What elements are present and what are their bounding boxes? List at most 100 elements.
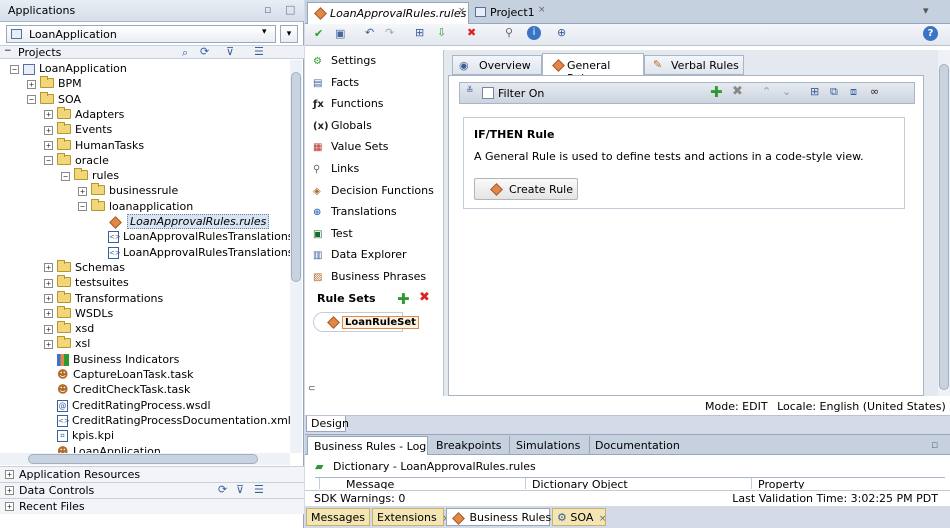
tab-list-icon[interactable]: ▾ (923, 4, 929, 17)
tab-business-rules[interactable]: Business Rules × (446, 508, 564, 526)
tree-item[interactable]: ☻ CreditCheckTask.task (44, 382, 190, 397)
redo-icon[interactable]: ↷ (385, 26, 394, 39)
options-icon[interactable]: ☰ (254, 45, 264, 58)
expand-icon[interactable]: + (78, 186, 87, 196)
delete-icon[interactable]: ✖ (732, 84, 743, 99)
section-application-resources[interactable]: + Application Resources (0, 466, 304, 482)
tab-project1[interactable]: Project1 × (472, 3, 552, 23)
tab-soa[interactable]: ⚙ SOA × (552, 508, 606, 526)
nav-item-links[interactable]: ⚲ Links (313, 159, 359, 179)
tree-item[interactable]: + WSDLs (44, 305, 113, 321)
nav-item-translations[interactable]: ⊕ Translations (313, 202, 397, 222)
close-icon[interactable]: × (458, 6, 466, 16)
tree-item[interactable]: − oracle (44, 152, 109, 168)
minimize-icon[interactable]: ▫ (931, 438, 938, 451)
nav-item-facts[interactable]: ▤ Facts (313, 73, 359, 93)
move-down-icon[interactable]: ⌄ (782, 85, 791, 98)
tree-item[interactable]: ☻ LoanApplication (44, 444, 161, 454)
column-header[interactable]: Property (751, 478, 941, 489)
deploy-icon[interactable]: ⊕ (557, 26, 566, 39)
tree-item[interactable]: + HumanTasks (44, 137, 144, 153)
tree-item[interactable]: − loanapplication (78, 198, 193, 214)
options-icon[interactable]: ☰ (254, 483, 264, 496)
tree-icon[interactable]: ⊞ (415, 26, 424, 39)
expand-icon[interactable]: + (44, 324, 53, 334)
tree-item[interactable]: LoanApprovalRules.rules (95, 214, 270, 229)
tree-item[interactable]: + Transformations (44, 290, 163, 306)
collapse-all-icon[interactable]: ⧈ (850, 85, 857, 99)
tree-scrollbar-thumb[interactable] (291, 72, 301, 282)
delete-icon[interactable]: ✖ (467, 26, 476, 39)
minimize-icon[interactable]: ▫ (264, 3, 271, 16)
column-header[interactable]: Dictionary Object (525, 478, 751, 489)
expand-icon[interactable]: + (44, 110, 53, 120)
nav-item-decision-functions[interactable]: ◈ Decision Functions (313, 181, 434, 201)
tab-business-rules-log[interactable]: Business Rules - Log (307, 436, 428, 455)
tree-item[interactable]: + xsd (44, 321, 94, 336)
collapse-icon[interactable]: − (78, 202, 87, 212)
filter-checkbox[interactable] (482, 87, 494, 99)
tree-scrollbar-vertical[interactable] (290, 60, 302, 453)
nav-item-functions[interactable]: ƒx Functions (313, 94, 384, 114)
tree-item[interactable]: + Events (44, 122, 112, 137)
tab-design[interactable]: Design (306, 416, 349, 432)
search-icon[interactable]: ⌕ (182, 46, 188, 60)
expand-icon[interactable]: + (44, 278, 53, 288)
nav-item-value-sets[interactable]: ▦ Value Sets (313, 137, 389, 157)
tree-item[interactable]: ☻ CaptureLoanTask.task (44, 367, 194, 382)
tree-item[interactable]: − SOA (27, 91, 81, 107)
close-icon[interactable]: × (538, 5, 546, 15)
move-up-icon[interactable]: ⌃ (762, 85, 771, 98)
filter-icon[interactable]: ⊽ (236, 483, 244, 496)
tree-item[interactable]: ⌗ kpis.kpi (44, 428, 114, 443)
nav-item-business-phrases[interactable]: ▨ Business Phrases (313, 267, 426, 287)
app-menu-button[interactable]: ▾ (280, 25, 298, 43)
delete-icon[interactable]: ✖ (419, 290, 430, 305)
nav-item-test[interactable]: ▣ Test (313, 224, 353, 244)
collapse-icon[interactable]: − (27, 95, 36, 105)
refresh-icon[interactable]: ⟳ (218, 483, 227, 496)
info-icon[interactable]: i (527, 26, 541, 40)
add-icon[interactable]: ✚ (710, 83, 723, 101)
tree-item[interactable]: <> LoanApprovalRulesTranslations. (95, 229, 290, 244)
tab-breakpoints[interactable]: Breakpoints (429, 436, 509, 455)
collapse-icon[interactable]: − (44, 156, 53, 166)
expand-icon[interactable]: + (44, 141, 53, 150)
collapse-icon[interactable]: − (10, 64, 19, 74)
tree-item[interactable]: <> LoanApprovalRulesTranslations. (95, 245, 290, 260)
tab-verbal-rules[interactable]: ✎ Verbal Rules (644, 55, 744, 75)
add-icon[interactable]: ✚ (397, 290, 410, 308)
view-icon[interactable]: ∞ (870, 85, 879, 98)
expand-icon[interactable]: + (44, 339, 53, 349)
tree-item[interactable]: − LoanApplication (10, 61, 127, 76)
tree-hscroll-thumb[interactable] (28, 454, 258, 464)
tab-general-rules[interactable]: General Rules (542, 53, 644, 85)
tab-extensions[interactable]: Extensions × (372, 508, 450, 526)
column-header[interactable]: Message (319, 478, 529, 489)
tree-view-icon[interactable]: ⊞ (810, 85, 819, 98)
expand-icon[interactable]: + (27, 79, 36, 89)
tree-item[interactable]: Business Indicators (44, 352, 179, 367)
tree-scrollbar-horizontal[interactable] (0, 453, 290, 465)
editor-scrollbar-thumb[interactable] (939, 64, 949, 390)
tab-documentation[interactable]: Documentation (589, 436, 689, 455)
tree-item[interactable]: + xsl (44, 336, 90, 351)
tab-loan-approval-rules[interactable]: LoanApprovalRules.rules × (307, 2, 469, 24)
tree-item[interactable]: + Schemas (44, 259, 125, 275)
undo-icon[interactable]: ↶ (365, 26, 374, 39)
app-selector[interactable]: LoanApplication ▾ (6, 25, 276, 43)
collapse-icon[interactable]: − (61, 171, 70, 181)
create-rule-button[interactable]: Create Rule (474, 178, 578, 200)
collapse-icon[interactable]: − (4, 46, 12, 56)
expand-icon[interactable]: + (44, 263, 53, 273)
move-icon[interactable]: ⇩ (437, 26, 446, 39)
tab-messages[interactable]: Messages (306, 508, 370, 526)
link-icon[interactable]: ⚲ (505, 26, 513, 39)
tab-simulations[interactable]: Simulations (509, 436, 589, 455)
close-icon[interactable]: × (599, 514, 607, 524)
editor-scrollbar[interactable] (938, 50, 950, 396)
tree-item[interactable]: + businessrule (78, 183, 178, 198)
expand-icon[interactable]: + (44, 309, 53, 319)
save-icon[interactable]: ▣ (335, 27, 345, 40)
expand-icon[interactable]: + (44, 125, 53, 135)
